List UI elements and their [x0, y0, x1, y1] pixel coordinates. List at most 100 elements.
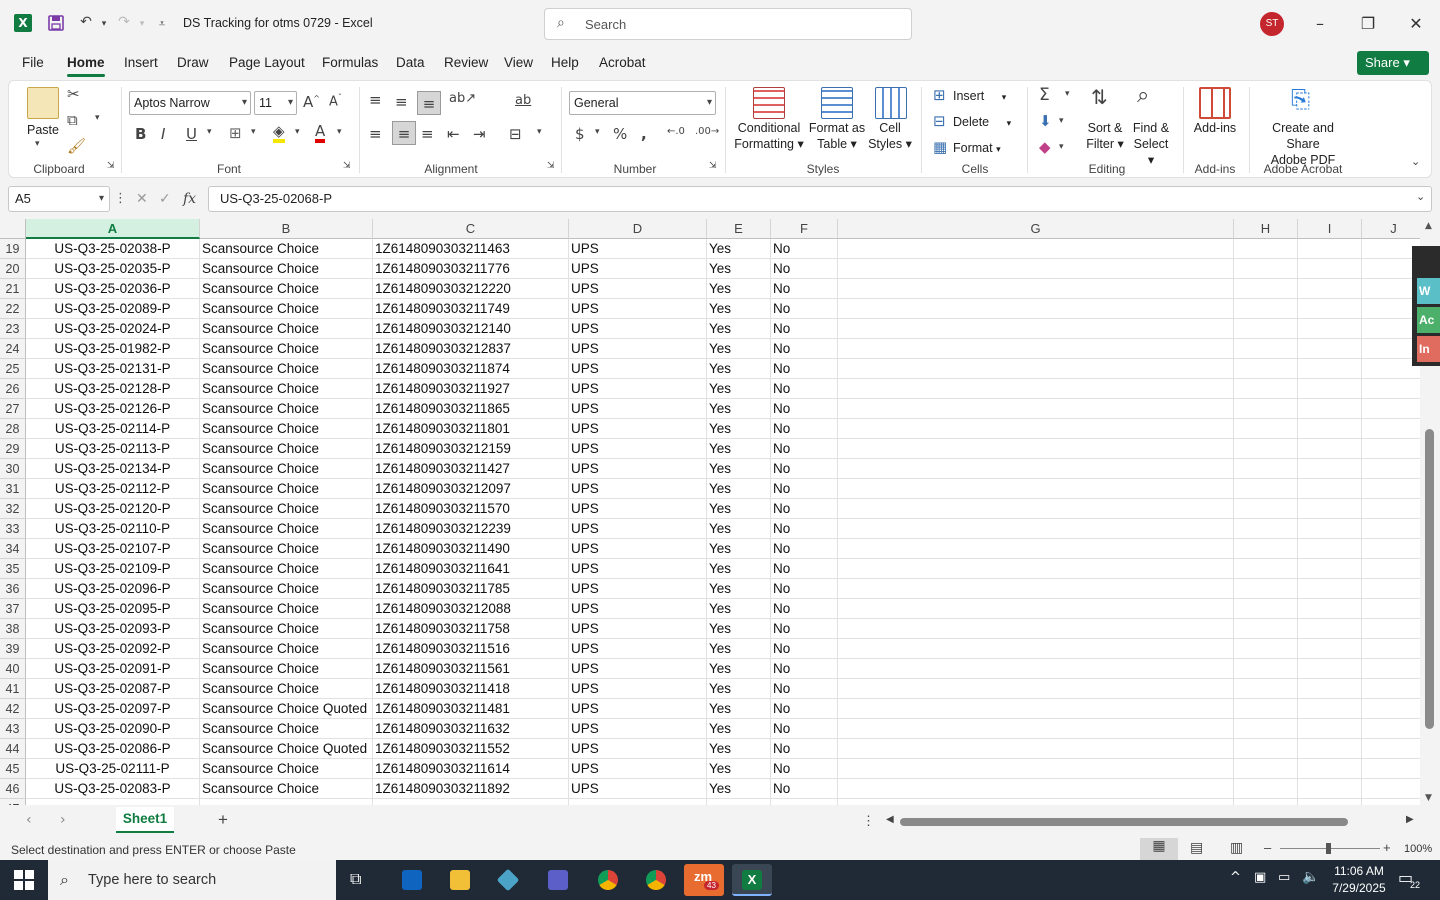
- cell-d[interactable]: UPS: [569, 679, 707, 699]
- row-header[interactable]: 47: [0, 799, 26, 805]
- column-header-i[interactable]: I: [1298, 219, 1362, 239]
- row-header[interactable]: 21: [0, 279, 26, 299]
- cell-g[interactable]: [838, 239, 1234, 259]
- autosum-dropdown-icon[interactable]: ▾: [1065, 89, 1070, 99]
- cell-g[interactable]: [838, 439, 1234, 459]
- add-sheet-button[interactable]: +: [218, 810, 228, 830]
- cell-g[interactable]: [838, 559, 1234, 579]
- cell-d[interactable]: UPS: [569, 379, 707, 399]
- tab-file[interactable]: File: [22, 55, 44, 70]
- cell-b[interactable]: Scansource Choice Quoted: [200, 739, 373, 759]
- increase-font-size-icon[interactable]: A^: [303, 93, 320, 111]
- cell-d[interactable]: UPS: [569, 439, 707, 459]
- cell-h[interactable]: [1234, 739, 1298, 759]
- alignment-launcher-icon[interactable]: ⇲: [547, 161, 555, 171]
- cell-b[interactable]: Scansource Choice: [200, 639, 373, 659]
- cell-i[interactable]: [1298, 639, 1362, 659]
- italic-icon[interactable]: I: [161, 125, 165, 143]
- cell-d[interactable]: UPS: [569, 279, 707, 299]
- cell-h[interactable]: [1234, 659, 1298, 679]
- cell-f[interactable]: No: [771, 639, 838, 659]
- cell-b[interactable]: Scansource Choice: [200, 519, 373, 539]
- volume-icon[interactable]: 🔈: [1302, 869, 1319, 885]
- cell-f[interactable]: No: [771, 459, 838, 479]
- insert-cells-button[interactable]: Insert ▾: [953, 88, 1006, 105]
- cell-f[interactable]: No: [771, 619, 838, 639]
- row-header[interactable]: 37: [0, 599, 26, 619]
- cell-i[interactable]: [1298, 679, 1362, 699]
- cell-g[interactable]: [838, 739, 1234, 759]
- cell-e[interactable]: Yes: [707, 359, 771, 379]
- cell-i[interactable]: [1298, 379, 1362, 399]
- cell-e[interactable]: Yes: [707, 699, 771, 719]
- cell-c[interactable]: 1Z6148090303211552: [373, 739, 569, 759]
- cell-b[interactable]: [200, 799, 373, 805]
- format-painter-icon[interactable]: 🖌: [67, 137, 86, 155]
- cut-icon[interactable]: ✂: [67, 85, 80, 103]
- cell-h[interactable]: [1234, 379, 1298, 399]
- cell-f[interactable]: No: [771, 379, 838, 399]
- format-cells-icon[interactable]: ▦: [933, 138, 947, 156]
- font-size-select[interactable]: 11 ▾: [254, 91, 297, 115]
- align-middle-icon[interactable]: ≡: [395, 93, 408, 111]
- undo-icon[interactable]: ↶: [76, 14, 96, 30]
- user-avatar[interactable]: ST: [1260, 12, 1284, 36]
- underline-icon[interactable]: U: [186, 125, 197, 143]
- cell-h[interactable]: [1234, 779, 1298, 799]
- cell-e[interactable]: Yes: [707, 539, 771, 559]
- page-layout-view-icon[interactable]: ▤: [1190, 840, 1203, 856]
- cell-a[interactable]: US-Q3-25-02131-P: [26, 359, 200, 379]
- copy-icon[interactable]: ⧉: [67, 111, 78, 129]
- zoom-level[interactable]: 100%: [1404, 843, 1432, 855]
- cell-b[interactable]: Scansource Choice: [200, 399, 373, 419]
- row-header[interactable]: 24: [0, 339, 26, 359]
- cell-i[interactable]: [1298, 439, 1362, 459]
- enter-icon[interactable]: ✓: [159, 186, 171, 212]
- cell-f[interactable]: No: [771, 679, 838, 699]
- cell-a[interactable]: US-Q3-25-02107-P: [26, 539, 200, 559]
- cell-g[interactable]: [838, 459, 1234, 479]
- cell-g[interactable]: [838, 359, 1234, 379]
- cell-f[interactable]: No: [771, 539, 838, 559]
- side-tab-in[interactable]: In: [1417, 336, 1440, 362]
- cell-h[interactable]: [1234, 399, 1298, 419]
- cell-c[interactable]: 1Z6148090303211927: [373, 379, 569, 399]
- next-sheet-icon[interactable]: ›: [60, 812, 66, 828]
- restore-button[interactable]: ❐: [1348, 10, 1388, 38]
- bold-icon[interactable]: B: [135, 125, 146, 143]
- cell-c[interactable]: 1Z6148090303212088: [373, 599, 569, 619]
- chrome-app[interactable]: [588, 864, 628, 896]
- fill-color-icon[interactable]: ◈: [273, 123, 285, 143]
- column-header-e[interactable]: E: [707, 219, 771, 239]
- font-color-dropdown-icon[interactable]: ▾: [337, 127, 342, 137]
- cell-a[interactable]: US-Q3-25-02038-P: [26, 239, 200, 259]
- cell-i[interactable]: [1298, 419, 1362, 439]
- comma-style-icon[interactable]: ,: [641, 125, 647, 143]
- cell-g[interactable]: [838, 539, 1234, 559]
- column-header-d[interactable]: D: [569, 219, 707, 239]
- cell-f[interactable]: No: [771, 479, 838, 499]
- cell-a[interactable]: US-Q3-25-02024-P: [26, 319, 200, 339]
- cell-h[interactable]: [1234, 679, 1298, 699]
- conditional-formatting-button[interactable]: Conditional Formatting ▾: [733, 120, 805, 152]
- cell-c[interactable]: 1Z6148090303211632: [373, 719, 569, 739]
- cell-i[interactable]: [1298, 299, 1362, 319]
- cell-e[interactable]: Yes: [707, 259, 771, 279]
- cell-e[interactable]: Yes: [707, 499, 771, 519]
- zoom-slider-thumb[interactable]: [1326, 843, 1331, 854]
- cell-a[interactable]: US-Q3-25-02036-P: [26, 279, 200, 299]
- cell-d[interactable]: UPS: [569, 719, 707, 739]
- windows-start-icon[interactable]: [14, 870, 34, 890]
- cell-g[interactable]: [838, 779, 1234, 799]
- cell-j[interactable]: [1362, 599, 1420, 619]
- cell-h[interactable]: [1234, 599, 1298, 619]
- cell-f[interactable]: No: [771, 659, 838, 679]
- cell-e[interactable]: Yes: [707, 739, 771, 759]
- select-all-corner[interactable]: [0, 219, 26, 239]
- currency-dropdown-icon[interactable]: ▾: [595, 127, 600, 137]
- row-header[interactable]: 39: [0, 639, 26, 659]
- decrease-decimal-icon[interactable]: .00→: [695, 126, 719, 137]
- cell-a[interactable]: US-Q3-25-02089-P: [26, 299, 200, 319]
- cell-d[interactable]: UPS: [569, 759, 707, 779]
- cell-h[interactable]: [1234, 619, 1298, 639]
